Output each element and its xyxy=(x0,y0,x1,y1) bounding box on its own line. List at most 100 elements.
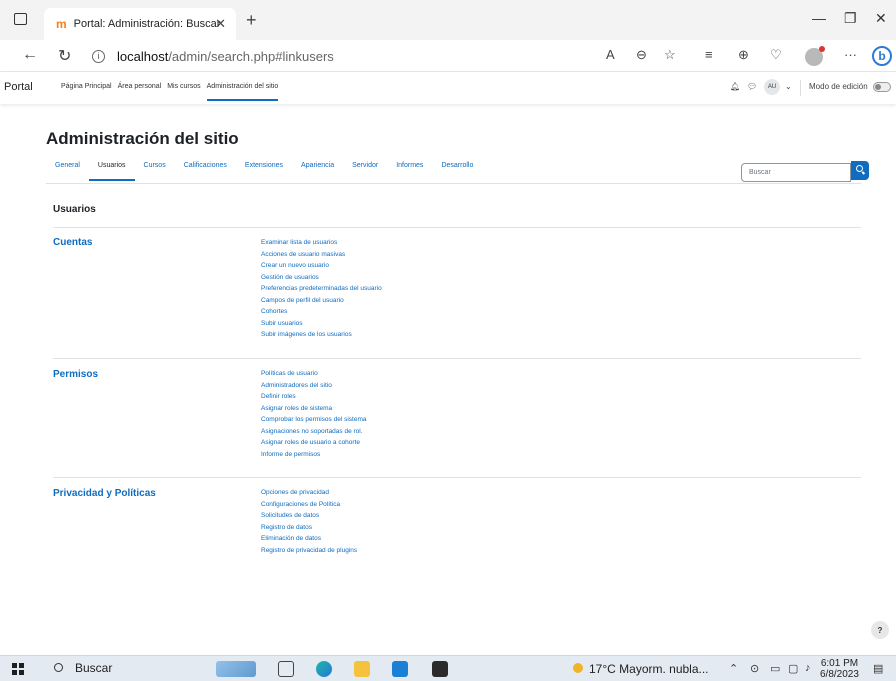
file-explorer-icon[interactable] xyxy=(354,661,370,677)
admin-link[interactable]: Políticas de usuario xyxy=(261,368,366,380)
notifications-icon[interactable]: 🔔︎ xyxy=(730,82,740,91)
taskbar-search[interactable]: Buscar xyxy=(54,661,112,675)
url-field[interactable]: i localhost /admin/search.php#linkusers xyxy=(92,44,592,68)
tab-courses[interactable]: Cursos xyxy=(135,162,175,181)
close-window-icon[interactable]: ✕ xyxy=(875,10,887,27)
tab-plugins[interactable]: Extensiones xyxy=(236,162,292,181)
nav-home[interactable]: Página Principal xyxy=(61,83,112,101)
minimize-icon[interactable]: — xyxy=(812,10,826,26)
page-title: Administración del sitio xyxy=(46,129,239,148)
admin-link[interactable]: Crear un nuevo usuario xyxy=(261,260,382,272)
admin-link[interactable]: Subir imágenes de los usuarios xyxy=(261,329,382,341)
site-brand[interactable]: Portal xyxy=(4,81,33,93)
browser-tab-bar: m Portal: Administración: Buscar ✕ + — ❐… xyxy=(0,0,896,40)
tab-development[interactable]: Desarrollo xyxy=(432,162,482,181)
refresh-icon[interactable]: ↻ xyxy=(58,46,71,66)
admin-link[interactable]: Preferencias predeterminadas del usuario xyxy=(261,283,382,295)
admin-link[interactable]: Comprobar los permisos del sistema xyxy=(261,414,366,426)
nav-my-courses[interactable]: Mis cursos xyxy=(167,83,200,101)
admin-tabs: General Usuarios Cursos Calificaciones E… xyxy=(46,162,482,181)
zoom-icon[interactable]: ⊖ xyxy=(636,47,647,63)
admin-link[interactable]: Configuraciones de Política xyxy=(261,499,357,511)
admin-link[interactable]: Eliminación de datos xyxy=(261,533,357,545)
help-button[interactable]: ? xyxy=(871,621,889,639)
tab-title: Portal: Administración: Buscar xyxy=(73,18,221,30)
chevron-down-icon[interactable]: ⌄ xyxy=(785,82,792,91)
favorites-icon[interactable]: ≡ xyxy=(705,47,713,62)
admin-link[interactable]: Campos de perfil del usuario xyxy=(261,295,382,307)
new-tab-icon[interactable]: + xyxy=(246,10,257,31)
health-icon[interactable]: ♡ xyxy=(770,47,782,63)
moodle-favicon-icon: m xyxy=(56,17,67,31)
notifications-center-icon[interactable]: ▤ xyxy=(873,662,883,675)
nav-site-admin[interactable]: Administración del sitio xyxy=(206,83,279,101)
terminal-icon[interactable] xyxy=(432,661,448,677)
user-avatar[interactable]: AU xyxy=(764,79,780,95)
tab-actions-icon[interactable] xyxy=(14,13,27,25)
info-icon[interactable]: i xyxy=(92,49,105,63)
admin-search-input[interactable] xyxy=(741,163,851,182)
category-title-permissions[interactable]: Permisos xyxy=(53,369,98,380)
edit-mode-toggle[interactable] xyxy=(873,82,891,92)
language-icon[interactable]: ⊙ xyxy=(750,662,759,675)
tab-appearance[interactable]: Apariencia xyxy=(292,162,343,181)
browser-tab[interactable]: m Portal: Administración: Buscar ✕ xyxy=(44,8,236,40)
admin-link[interactable]: Subir usuarios xyxy=(261,318,382,330)
mail-icon[interactable] xyxy=(392,661,408,677)
clock-time: 6:01 PM xyxy=(820,658,859,669)
read-aloud-icon[interactable]: A xyxy=(606,47,615,62)
tab-server[interactable]: Servidor xyxy=(343,162,387,181)
favorite-star-icon[interactable]: ☆ xyxy=(664,47,676,63)
admin-link[interactable]: Registro de datos xyxy=(261,522,357,534)
task-view-icon[interactable] xyxy=(278,661,294,677)
weather-widget[interactable]: 17°C Mayorm. nubla... xyxy=(573,662,709,676)
restore-icon[interactable]: ❐ xyxy=(844,10,857,27)
site-navbar: Portal Página Principal Área personal Mi… xyxy=(0,72,896,104)
nav-dashboard[interactable]: Área personal xyxy=(118,83,162,101)
admin-link[interactable]: Opciones de privacidad xyxy=(261,487,357,499)
tab-general[interactable]: General xyxy=(46,162,89,181)
admin-link[interactable]: Asignar roles de sistema xyxy=(261,403,366,415)
chevron-up-icon[interactable]: ⌃ xyxy=(729,662,738,675)
url-path: /admin/search.php#linkusers xyxy=(168,48,334,64)
admin-link[interactable]: Gestión de usuarios xyxy=(261,272,382,284)
tab-grades[interactable]: Calificaciones xyxy=(175,162,236,181)
divider xyxy=(800,80,801,96)
collections-icon[interactable]: ⊕ xyxy=(738,47,749,63)
network-icon[interactable]: ▢ xyxy=(788,662,798,675)
category-links-accounts: Examinar lista de usuarios Acciones de u… xyxy=(261,237,382,341)
category-title-accounts[interactable]: Cuentas xyxy=(53,237,92,248)
system-clock[interactable]: 6:01 PM 6/8/2023 xyxy=(820,658,859,680)
volume-icon[interactable]: ♪ xyxy=(805,662,811,674)
admin-link[interactable]: Registro de privacidad de plugins xyxy=(261,545,357,557)
more-icon[interactable]: ··· xyxy=(844,47,857,62)
search-button[interactable] xyxy=(851,161,869,180)
windows-taskbar: Buscar 17°C Mayorm. nubla... ⌃ ⊙ ▭ ▢ ♪ 6… xyxy=(0,655,896,681)
admin-link[interactable]: Asignaciones no soportadas de rol. xyxy=(261,426,366,438)
widgets-icon[interactable] xyxy=(216,661,256,677)
profile-avatar-icon[interactable] xyxy=(805,46,825,66)
admin-link[interactable]: Administradores del sitio xyxy=(261,380,366,392)
edge-icon[interactable] xyxy=(316,661,332,677)
bing-icon[interactable]: b xyxy=(872,46,892,66)
admin-link[interactable]: Definir roles xyxy=(261,391,366,403)
section-heading: Usuarios xyxy=(53,204,96,215)
divider xyxy=(53,227,861,228)
back-icon[interactable]: ← xyxy=(22,46,38,64)
taskbar-search-label: Buscar xyxy=(75,661,113,675)
tab-reports[interactable]: Informes xyxy=(387,162,432,181)
battery-icon[interactable]: ▭ xyxy=(770,662,780,675)
edit-mode-label: Modo de edición xyxy=(809,82,868,91)
admin-link[interactable]: Acciones de usuario masivas xyxy=(261,249,382,261)
category-title-privacy[interactable]: Privacidad y Políticas xyxy=(53,488,156,499)
tab-users[interactable]: Usuarios xyxy=(88,162,135,181)
close-tab-icon[interactable]: ✕ xyxy=(215,16,226,32)
admin-link[interactable]: Asignar roles de usuario a cohorte xyxy=(261,437,366,449)
admin-link[interactable]: Cohortes xyxy=(261,306,382,318)
windows-start-icon[interactable] xyxy=(12,663,24,675)
tabs-divider xyxy=(46,183,861,184)
messages-icon[interactable]: 💬︎ xyxy=(747,82,757,91)
admin-link[interactable]: Informe de permisos xyxy=(261,449,366,461)
admin-link[interactable]: Examinar lista de usuarios xyxy=(261,237,382,249)
admin-link[interactable]: Solicitudes de datos xyxy=(261,510,357,522)
